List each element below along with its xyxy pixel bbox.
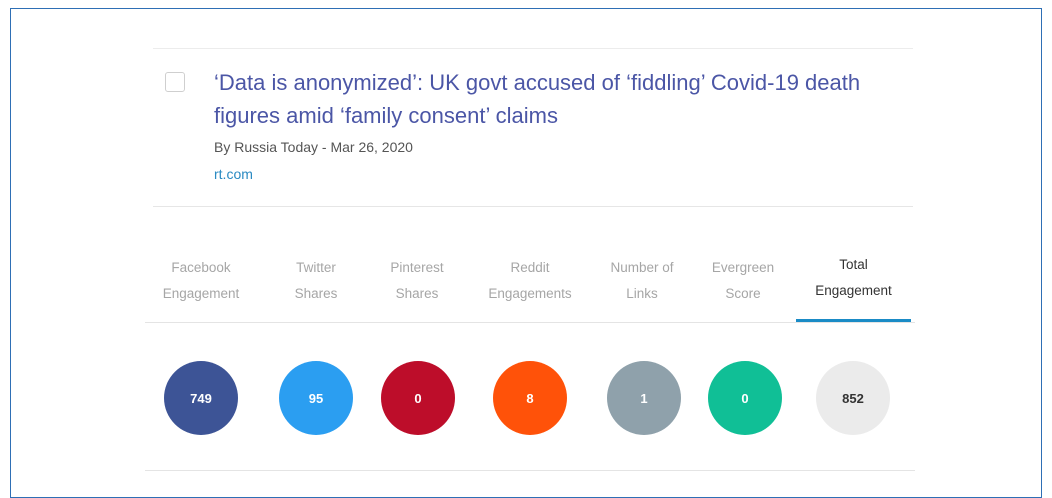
- tab-label: Reddit Engagements: [488, 260, 572, 301]
- tab-reddit-engagements[interactable]: Reddit Engagements: [475, 250, 585, 324]
- tab-label: Pinterest Shares: [390, 260, 444, 301]
- total-engagement-count: 852: [816, 361, 890, 435]
- tab-total-engagement[interactable]: Total Engagement: [796, 250, 911, 324]
- twitter-shares-count: 95: [279, 361, 353, 435]
- tab-number-of-links[interactable]: Number of Links: [597, 250, 687, 324]
- article-title[interactable]: ‘Data is anonymized’: UK govt accused of…: [214, 66, 894, 132]
- facebook-engagement-count: 749: [164, 361, 238, 435]
- tab-evergreen-score[interactable]: Evergreen Score: [701, 250, 785, 324]
- tab-label: Total Engagement: [815, 257, 892, 298]
- tab-label: Twitter Shares: [294, 260, 338, 301]
- article-byline: By Russia Today - Mar 26, 2020: [214, 139, 413, 155]
- tab-pinterest-shares[interactable]: Pinterest Shares: [375, 250, 459, 324]
- pinterest-shares-count: 0: [381, 361, 455, 435]
- divider: [153, 206, 913, 207]
- tab-facebook-engagement[interactable]: Facebook Engagement: [145, 250, 257, 324]
- metric-tabs: Facebook Engagement Twitter Shares Pinte…: [145, 250, 915, 324]
- divider: [153, 48, 913, 49]
- number-of-links-count: 1: [607, 361, 681, 435]
- tab-label: Facebook Engagement: [162, 260, 240, 301]
- reddit-engagements-count: 8: [493, 361, 567, 435]
- tab-label: Number of Links: [610, 260, 674, 301]
- article-domain-link[interactable]: rt.com: [214, 166, 253, 182]
- evergreen-score-count: 0: [708, 361, 782, 435]
- tab-label: Evergreen Score: [711, 260, 775, 301]
- divider: [145, 322, 915, 323]
- tab-twitter-shares[interactable]: Twitter Shares: [273, 250, 359, 324]
- select-checkbox[interactable]: [165, 72, 185, 92]
- divider: [145, 470, 915, 471]
